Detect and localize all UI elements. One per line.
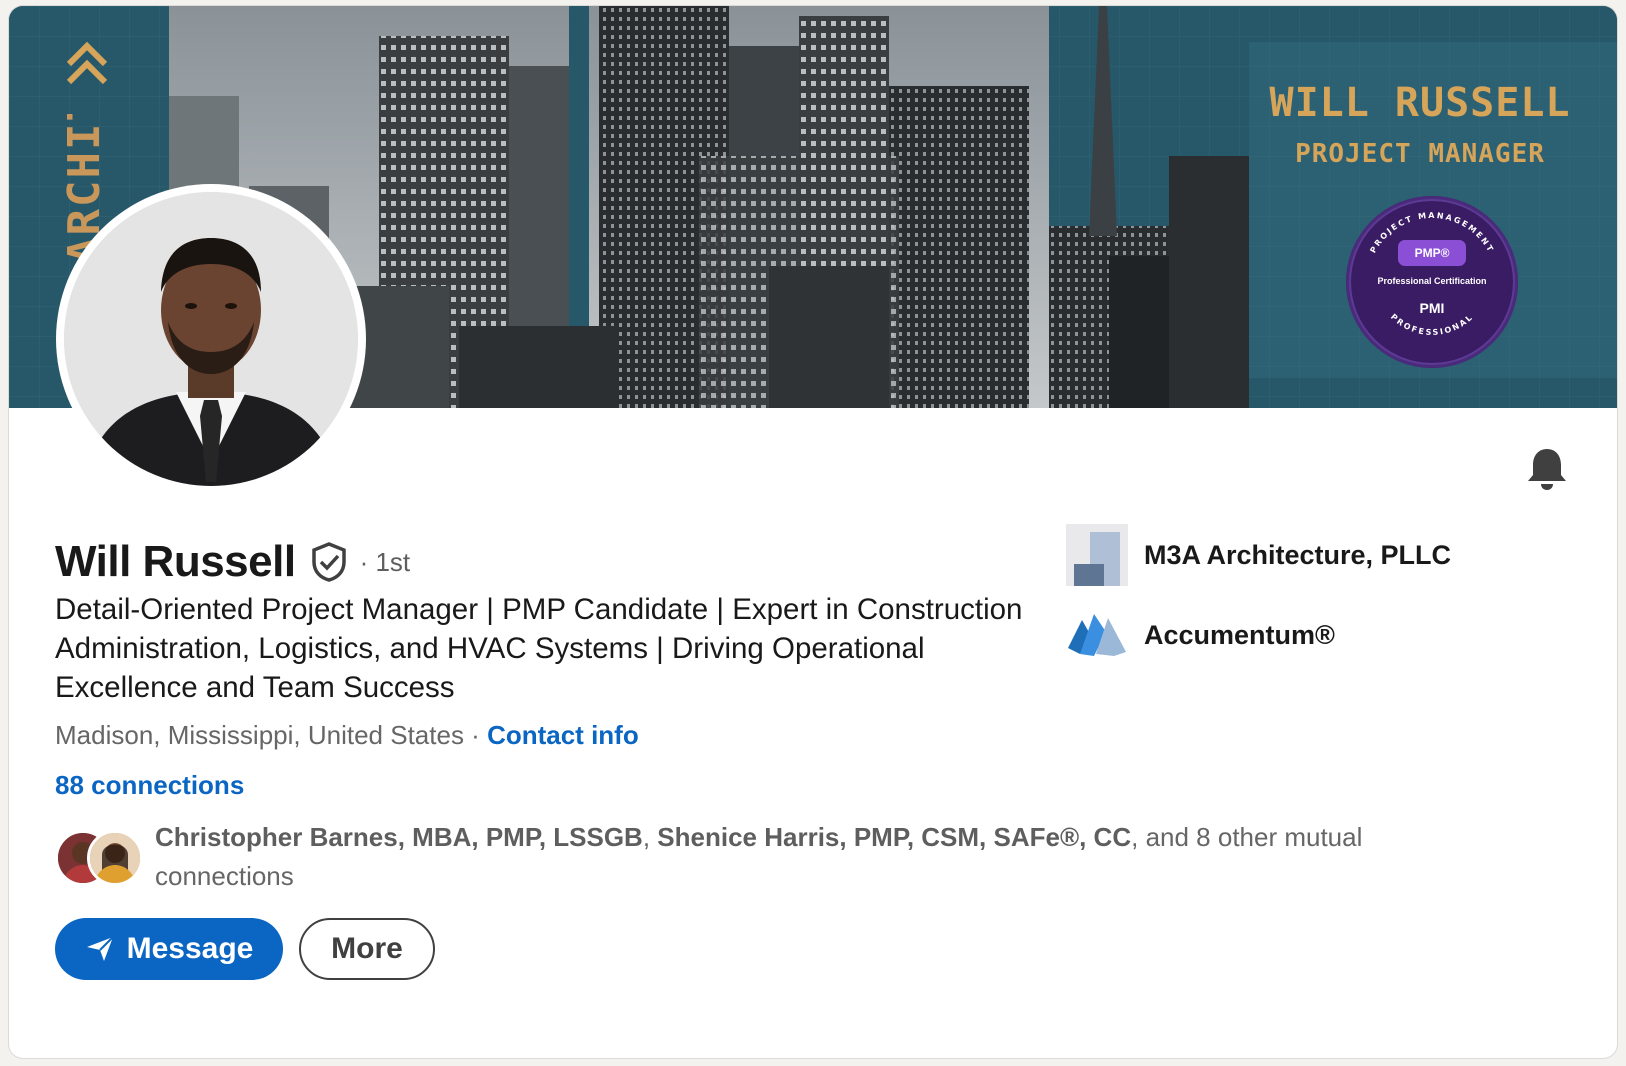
mutual-connections[interactable]: Christopher Barnes, MBA, PMP, LSSGB, She… xyxy=(155,818,1485,896)
portrait-icon xyxy=(64,192,358,486)
location-row: Madison, Mississippi, United States · Co… xyxy=(55,720,639,751)
location: Madison, Mississippi, United States xyxy=(55,720,464,750)
accumentum-logo-icon xyxy=(1066,604,1128,666)
profile-headline: Detail-Oriented Project Manager | PMP Ca… xyxy=(55,593,1023,704)
connections-link[interactable]: 88 connections xyxy=(55,770,244,801)
send-icon xyxy=(86,936,114,961)
bell-icon[interactable] xyxy=(1525,446,1569,492)
profile-photo-image xyxy=(64,192,358,486)
verified-shield-icon[interactable] xyxy=(310,542,348,582)
banner-name: WILL RUSSELL xyxy=(1269,80,1571,126)
banner-role: PROJECT MANAGER xyxy=(1295,139,1545,169)
avatar xyxy=(87,830,143,886)
contact-info-link[interactable]: Contact info xyxy=(487,720,639,750)
name-row: Will Russell · 1st xyxy=(55,534,410,590)
pmp-badge: PROJECT MANAGEMENT PROFESSIONAL PMP® Pro… xyxy=(1346,196,1518,368)
profile-photo[interactable] xyxy=(56,184,366,494)
connection-degree: · 1st xyxy=(359,546,411,577)
separator: · xyxy=(463,720,488,750)
pmi-logo: PMI xyxy=(1419,300,1445,316)
profile-name: Will Russell xyxy=(55,537,296,586)
company-name: M3A Architecture, PLLC xyxy=(1144,539,1452,570)
more-button[interactable]: More xyxy=(299,918,435,980)
experience-item-accumentum[interactable]: Accumentum® xyxy=(1066,604,1335,666)
experience-item-m3a[interactable]: M3A Architecture, PLLC xyxy=(1066,524,1451,586)
message-button[interactable]: Message xyxy=(55,918,283,980)
company-logo-icon xyxy=(1066,524,1128,586)
mutual-avatars[interactable] xyxy=(55,826,145,886)
badge-pill: PMP® xyxy=(1398,240,1466,266)
badge-caption: Professional Certification xyxy=(1377,276,1487,286)
company-name: Accumentum® xyxy=(1144,619,1335,650)
profile-card: ARCHITECTURE WILL RUSSELL PROJECT MANAGE… xyxy=(9,6,1617,1058)
